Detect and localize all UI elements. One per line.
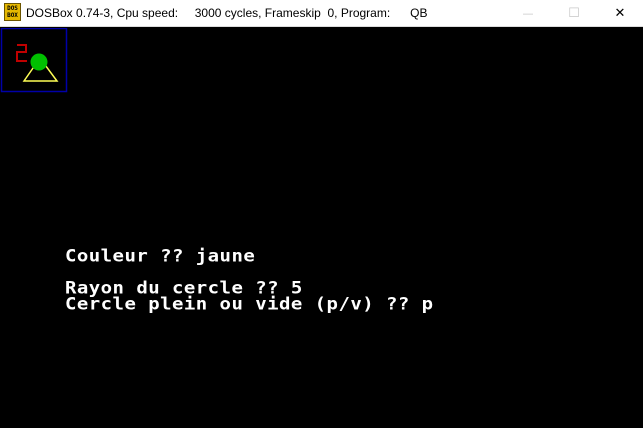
green-circle-shape bbox=[30, 53, 48, 71]
window-title: DOSBox 0.74-3, Cpu speed: 3000 cycles, F… bbox=[26, 6, 428, 20]
title-bar[interactable]: DOS BOX DOSBox 0.74-3, Cpu speed: 3000 c… bbox=[0, 0, 643, 27]
close-icon: ✕ bbox=[614, 6, 626, 21]
close-button[interactable]: ✕ bbox=[597, 0, 643, 27]
red-zigzag-shape bbox=[16, 44, 27, 62]
minimize-icon: — bbox=[522, 7, 534, 20]
dosbox-app-icon[interactable]: DOS BOX bbox=[4, 3, 21, 21]
graphics-area bbox=[0, 28, 68, 93]
dos-screen[interactable]: Couleur ?? jaune Rayon du cercle ?? 5 Ce… bbox=[0, 28, 643, 428]
app-icon-text-top: DOS bbox=[7, 5, 18, 12]
fill-prompt-line: Cercle plein ou vide (p/v) ?? p bbox=[65, 294, 434, 314]
maximize-icon: ☐ bbox=[568, 6, 580, 21]
dosbox-window: DOS BOX DOSBox 0.74-3, Cpu speed: 3000 c… bbox=[0, 0, 643, 428]
maximize-button[interactable]: ☐ bbox=[551, 0, 597, 27]
minimize-button[interactable]: — bbox=[505, 0, 551, 27]
app-icon-text-bottom: BOX bbox=[7, 12, 18, 19]
color-prompt-line: Couleur ?? jaune bbox=[65, 246, 256, 266]
